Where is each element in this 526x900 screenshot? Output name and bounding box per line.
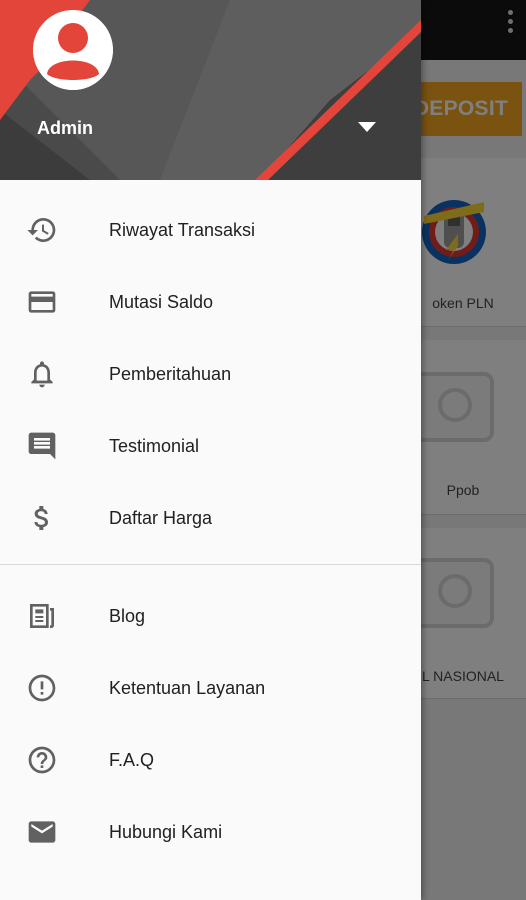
help-circle-icon <box>26 744 58 776</box>
history-icon <box>26 214 58 246</box>
menu-item-mutasi-saldo[interactable]: Mutasi Saldo <box>0 266 421 338</box>
account-dropdown-toggle[interactable] <box>350 114 384 140</box>
menu-divider <box>0 554 421 566</box>
menu-item-label: Testimonial <box>109 435 200 456</box>
menu-item-daftar-harga[interactable]: Daftar Harga <box>0 482 421 554</box>
drawer-menu: Riwayat Transaksi Mutasi Saldo Pemberita… <box>0 180 421 868</box>
credit-card-icon <box>26 286 58 318</box>
menu-item-label: Riwayat Transaksi <box>109 219 256 240</box>
mail-icon <box>26 816 58 848</box>
menu-item-blog[interactable]: Blog <box>0 580 421 652</box>
menu-item-hubungi-kami[interactable]: Hubungi Kami <box>0 796 421 868</box>
menu-item-label: Ketentuan Layanan <box>109 677 266 698</box>
alert-circle-icon <box>26 672 58 704</box>
menu-item-label: Hubungi Kami <box>109 821 223 842</box>
menu-item-testimonial[interactable]: Testimonial <box>0 410 421 482</box>
menu-item-pemberitahuan[interactable]: Pemberitahuan <box>0 338 421 410</box>
navigation-drawer: Admin Riwayat Transaksi Mutasi Saldo Pem… <box>0 0 421 900</box>
menu-item-label: Pemberitahuan <box>109 363 232 384</box>
menu-item-riwayat-transaksi[interactable]: Riwayat Transaksi <box>0 194 421 266</box>
menu-item-label: F.A.Q <box>109 749 155 770</box>
dollar-icon <box>26 502 58 534</box>
menu-item-ketentuan-layanan[interactable]: Ketentuan Layanan <box>0 652 421 724</box>
menu-item-label: Mutasi Saldo <box>109 291 214 312</box>
bell-icon <box>26 358 58 390</box>
menu-item-label: Blog <box>109 605 146 626</box>
menu-item-label: Daftar Harga <box>109 507 213 528</box>
comment-icon <box>26 430 58 462</box>
arrow-drop-down-icon <box>358 122 376 132</box>
user-name: Admin <box>37 118 93 138</box>
article-icon <box>26 600 58 632</box>
user-avatar-icon <box>33 10 113 90</box>
drawer-header: Admin <box>0 0 421 180</box>
menu-item-faq[interactable]: F.A.Q <box>0 724 421 796</box>
avatar[interactable] <box>33 10 113 90</box>
